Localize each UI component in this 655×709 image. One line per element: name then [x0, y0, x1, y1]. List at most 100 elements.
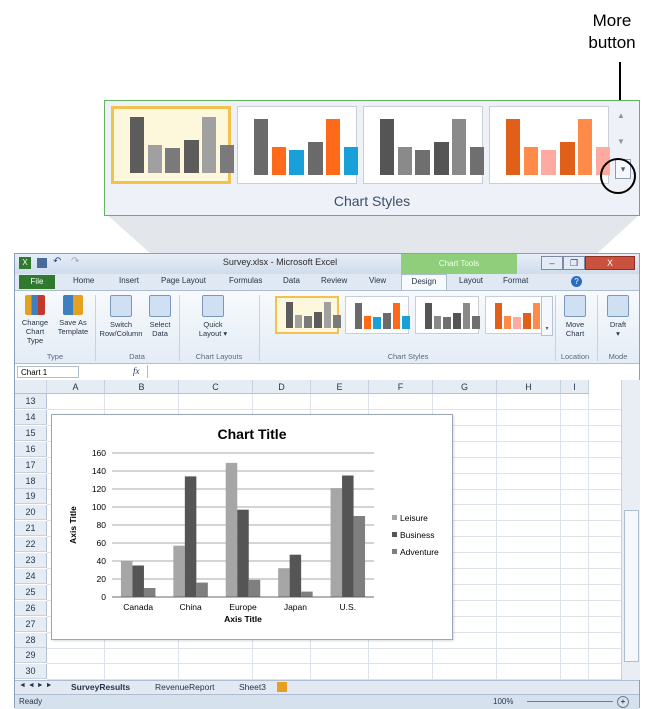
- row-header[interactable]: 28: [15, 632, 47, 648]
- row-header[interactable]: 15: [15, 425, 47, 441]
- tab-format[interactable]: Format: [503, 276, 528, 285]
- column-header[interactable]: F: [369, 380, 433, 394]
- gallery-down-arrow[interactable]: ▼: [617, 137, 625, 146]
- row-header[interactable]: 30: [15, 664, 47, 680]
- column-header[interactable]: H: [497, 380, 561, 394]
- chart-object[interactable]: Chart Title 0 20 40 60 80 100 120 140 160 Axis Tit…: [51, 414, 453, 640]
- quick-access-save-icon[interactable]: [37, 258, 47, 268]
- vertical-scrollbar[interactable]: [621, 380, 640, 680]
- legend-label: Leisure: [400, 513, 428, 523]
- y-tick-label: 0: [101, 592, 106, 602]
- column-header[interactable]: G: [433, 380, 497, 394]
- tab-view[interactable]: View: [369, 276, 386, 285]
- column-header[interactable]: D: [253, 380, 311, 394]
- bar-business: [289, 554, 302, 597]
- bar-adventure: [143, 588, 156, 597]
- chart-style-thumbnail[interactable]: [237, 106, 358, 184]
- chart-style-thumbnail[interactable]: [489, 106, 610, 184]
- sheet-nav-arrows[interactable]: ◄ ◄ ► ►: [19, 682, 53, 689]
- insert-sheet-icon[interactable]: [277, 682, 287, 692]
- column-header[interactable]: C: [179, 380, 253, 394]
- tab-layout[interactable]: Layout: [459, 276, 483, 285]
- select-all-corner[interactable]: [15, 380, 47, 394]
- chart-style-thumbnail[interactable]: [111, 106, 234, 184]
- help-icon[interactable]: ?: [571, 276, 582, 287]
- tab-formulas[interactable]: Formulas: [229, 276, 262, 285]
- tab-insert[interactable]: Insert: [119, 276, 139, 285]
- sheet-tab-revenuereport[interactable]: RevenueReport: [155, 682, 215, 692]
- row-header[interactable]: 19: [15, 489, 47, 505]
- save-as-template-button[interactable]: Save As Template: [55, 295, 91, 336]
- quick-access-undo-icon[interactable]: ↶: [53, 256, 61, 267]
- chart-style-thumbnail[interactable]: [485, 296, 550, 334]
- thumbnail-bar: [343, 147, 358, 175]
- chart-style-thumbnail[interactable]: [345, 296, 410, 334]
- thumbnail-bar: [289, 149, 304, 175]
- row-header[interactable]: 22: [15, 537, 47, 553]
- chart-style-thumbnail[interactable]: [275, 296, 341, 334]
- zoom-in-button[interactable]: +: [617, 696, 629, 708]
- tab-home[interactable]: Home: [73, 276, 94, 285]
- chart-style-thumbnail[interactable]: [415, 296, 480, 334]
- chart-style-thumbnail[interactable]: [363, 106, 484, 184]
- y-tick-label: 60: [97, 538, 107, 548]
- y-axis-title: Axis Title: [68, 506, 78, 544]
- tab-page-layout[interactable]: Page Layout: [161, 276, 206, 285]
- quick-access-redo-icon[interactable]: ↷: [71, 256, 79, 267]
- thumbnail-bar: [326, 119, 341, 175]
- excel-app-icon[interactable]: X: [19, 257, 31, 269]
- formula-input[interactable]: [147, 365, 632, 378]
- row-header[interactable]: 27: [15, 616, 47, 632]
- scroll-thumb[interactable]: [624, 510, 639, 662]
- minimize-button[interactable]: –: [541, 256, 563, 270]
- row-header[interactable]: 23: [15, 553, 47, 568]
- name-box[interactable]: Chart 1: [17, 366, 79, 378]
- column-header[interactable]: I: [561, 380, 589, 394]
- tab-design[interactable]: Design: [401, 274, 447, 290]
- column-header[interactable]: B: [105, 380, 179, 394]
- group-separator: [179, 295, 180, 361]
- worksheet-grid[interactable]: Chart Title 0 20 40 60 80 100 120 140 160 Axis Tit…: [15, 380, 640, 681]
- row-header[interactable]: 13: [15, 394, 47, 409]
- tab-data[interactable]: Data: [283, 276, 300, 285]
- switch-row-column-button[interactable]: Switch Row/Column: [99, 295, 143, 338]
- x-tick-label: Europe: [229, 602, 257, 612]
- row-header[interactable]: 14: [15, 409, 47, 425]
- column-chart: Chart Title 0 20 40 60 80 100 120 140 160 Axis Tit…: [68, 426, 439, 624]
- mini-more-button[interactable]: ▾: [542, 323, 552, 335]
- row-header[interactable]: 26: [15, 600, 47, 616]
- group-separator: [597, 295, 598, 361]
- fx-icon[interactable]: fx: [133, 366, 140, 376]
- row-header[interactable]: 20: [15, 505, 47, 521]
- select-data-button[interactable]: Select Data: [145, 295, 175, 338]
- thumbnail-bar: [453, 313, 462, 329]
- tab-file[interactable]: File: [19, 275, 55, 289]
- row-header[interactable]: 25: [15, 584, 47, 600]
- sheet-tab-sheet3[interactable]: Sheet3: [239, 682, 266, 692]
- row-header[interactable]: 21: [15, 521, 47, 537]
- row-header[interactable]: 16: [15, 441, 47, 457]
- restore-button[interactable]: ❐: [563, 256, 585, 270]
- tab-review[interactable]: Review: [321, 276, 347, 285]
- change-chart-type-button[interactable]: Change Chart Type: [17, 295, 53, 345]
- move-chart-button[interactable]: Move Chart: [557, 295, 593, 338]
- close-button[interactable]: X: [585, 256, 635, 270]
- zoom-slider[interactable]: [527, 701, 613, 702]
- group-separator: [259, 295, 260, 361]
- thumbnail-bar: [472, 315, 480, 329]
- thumbnail-bar: [503, 315, 512, 329]
- column-header[interactable]: E: [311, 380, 369, 394]
- row-header[interactable]: 24: [15, 568, 47, 584]
- column-header[interactable]: A: [47, 380, 105, 394]
- row-header[interactable]: 29: [15, 648, 47, 664]
- sheet-tab-surveyresults[interactable]: SurveyResults: [71, 682, 130, 692]
- gallery-up-arrow[interactable]: ▲: [617, 111, 625, 120]
- bar-leisure: [120, 561, 133, 597]
- quick-layout-button[interactable]: Quick Layout ▾: [185, 295, 241, 338]
- draft-mode-icon: [607, 295, 629, 317]
- thumbnail-bar: [314, 312, 323, 328]
- draft-mode-button[interactable]: Draft ▾: [601, 295, 635, 338]
- row-header[interactable]: 17: [15, 457, 47, 473]
- row-header[interactable]: 18: [15, 473, 47, 489]
- y-tick-label: 140: [92, 466, 106, 476]
